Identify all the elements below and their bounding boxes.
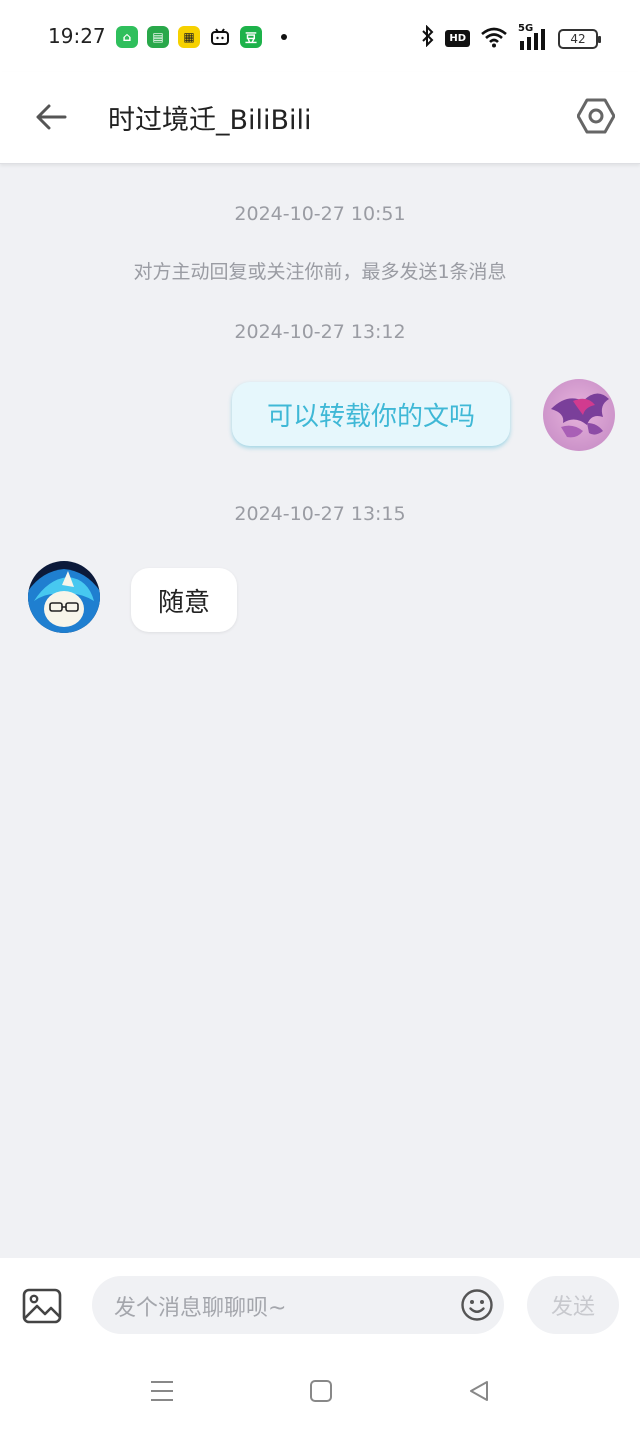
cellular-signal-icon: 5G	[518, 23, 548, 51]
image-icon	[22, 1288, 62, 1324]
system-indicators: HD 5G 42	[421, 23, 601, 52]
back-nav-button[interactable]	[464, 1376, 494, 1406]
hd-badge: HD	[445, 30, 470, 47]
bluetooth-icon	[421, 24, 435, 52]
image-picker-button[interactable]	[20, 1284, 64, 1328]
clipboard-icon: ▦	[178, 26, 200, 48]
message-input-bar: 发个消息聊聊呗~ 发送	[0, 1258, 640, 1354]
incoming-message-bubble[interactable]: 随意	[131, 568, 237, 632]
status-bar: 19:27 ⌂ ▤ ▦ 豆 HD 5G 42	[0, 0, 640, 72]
self-avatar[interactable]	[543, 379, 615, 451]
system-navigation-bar	[0, 1354, 640, 1429]
home-nav-button[interactable]	[306, 1376, 336, 1406]
settings-button[interactable]	[572, 92, 620, 140]
menu-nav-button[interactable]	[147, 1376, 177, 1406]
battery-indicator: 42	[558, 28, 601, 49]
chat-icon: ▤	[147, 26, 169, 48]
bilibili-icon	[209, 26, 231, 48]
gear-icon	[577, 98, 615, 134]
tmall-icon: ⌂	[116, 26, 138, 48]
notification-icons: ⌂ ▤ ▦ 豆	[116, 26, 287, 48]
message-timestamp: 2024-10-27 13:12	[234, 321, 406, 343]
wifi-icon	[480, 26, 508, 52]
home-square-icon	[310, 1380, 332, 1402]
send-button[interactable]: 发送	[527, 1276, 619, 1334]
message-timestamp: 2024-10-27 13:15	[234, 503, 406, 525]
message-timestamp: 2024-10-27 10:51	[234, 203, 406, 225]
triangle-back-icon	[470, 1381, 488, 1401]
arrow-left-icon	[36, 104, 67, 130]
status-time: 19:27	[48, 24, 106, 48]
page-title: 时过境迁_BiliBili	[108, 105, 312, 136]
chat-header: 时过境迁_BiliBili	[0, 72, 640, 164]
message-input[interactable]: 发个消息聊聊呗~	[92, 1276, 504, 1334]
outgoing-message-bubble[interactable]: 可以转载你的文吗	[232, 382, 510, 446]
douban-icon: 豆	[240, 26, 262, 48]
more-notifications-dot	[281, 34, 287, 40]
menu-icon	[151, 1381, 173, 1401]
contact-avatar[interactable]	[28, 561, 100, 633]
message-limit-notice: 对方主动回复或关注你前，最多发送1条消息	[133, 261, 507, 283]
message-input-placeholder: 发个消息聊聊呗~	[114, 1296, 287, 1321]
emoji-icon[interactable]	[460, 1288, 494, 1322]
back-button[interactable]	[28, 94, 74, 140]
